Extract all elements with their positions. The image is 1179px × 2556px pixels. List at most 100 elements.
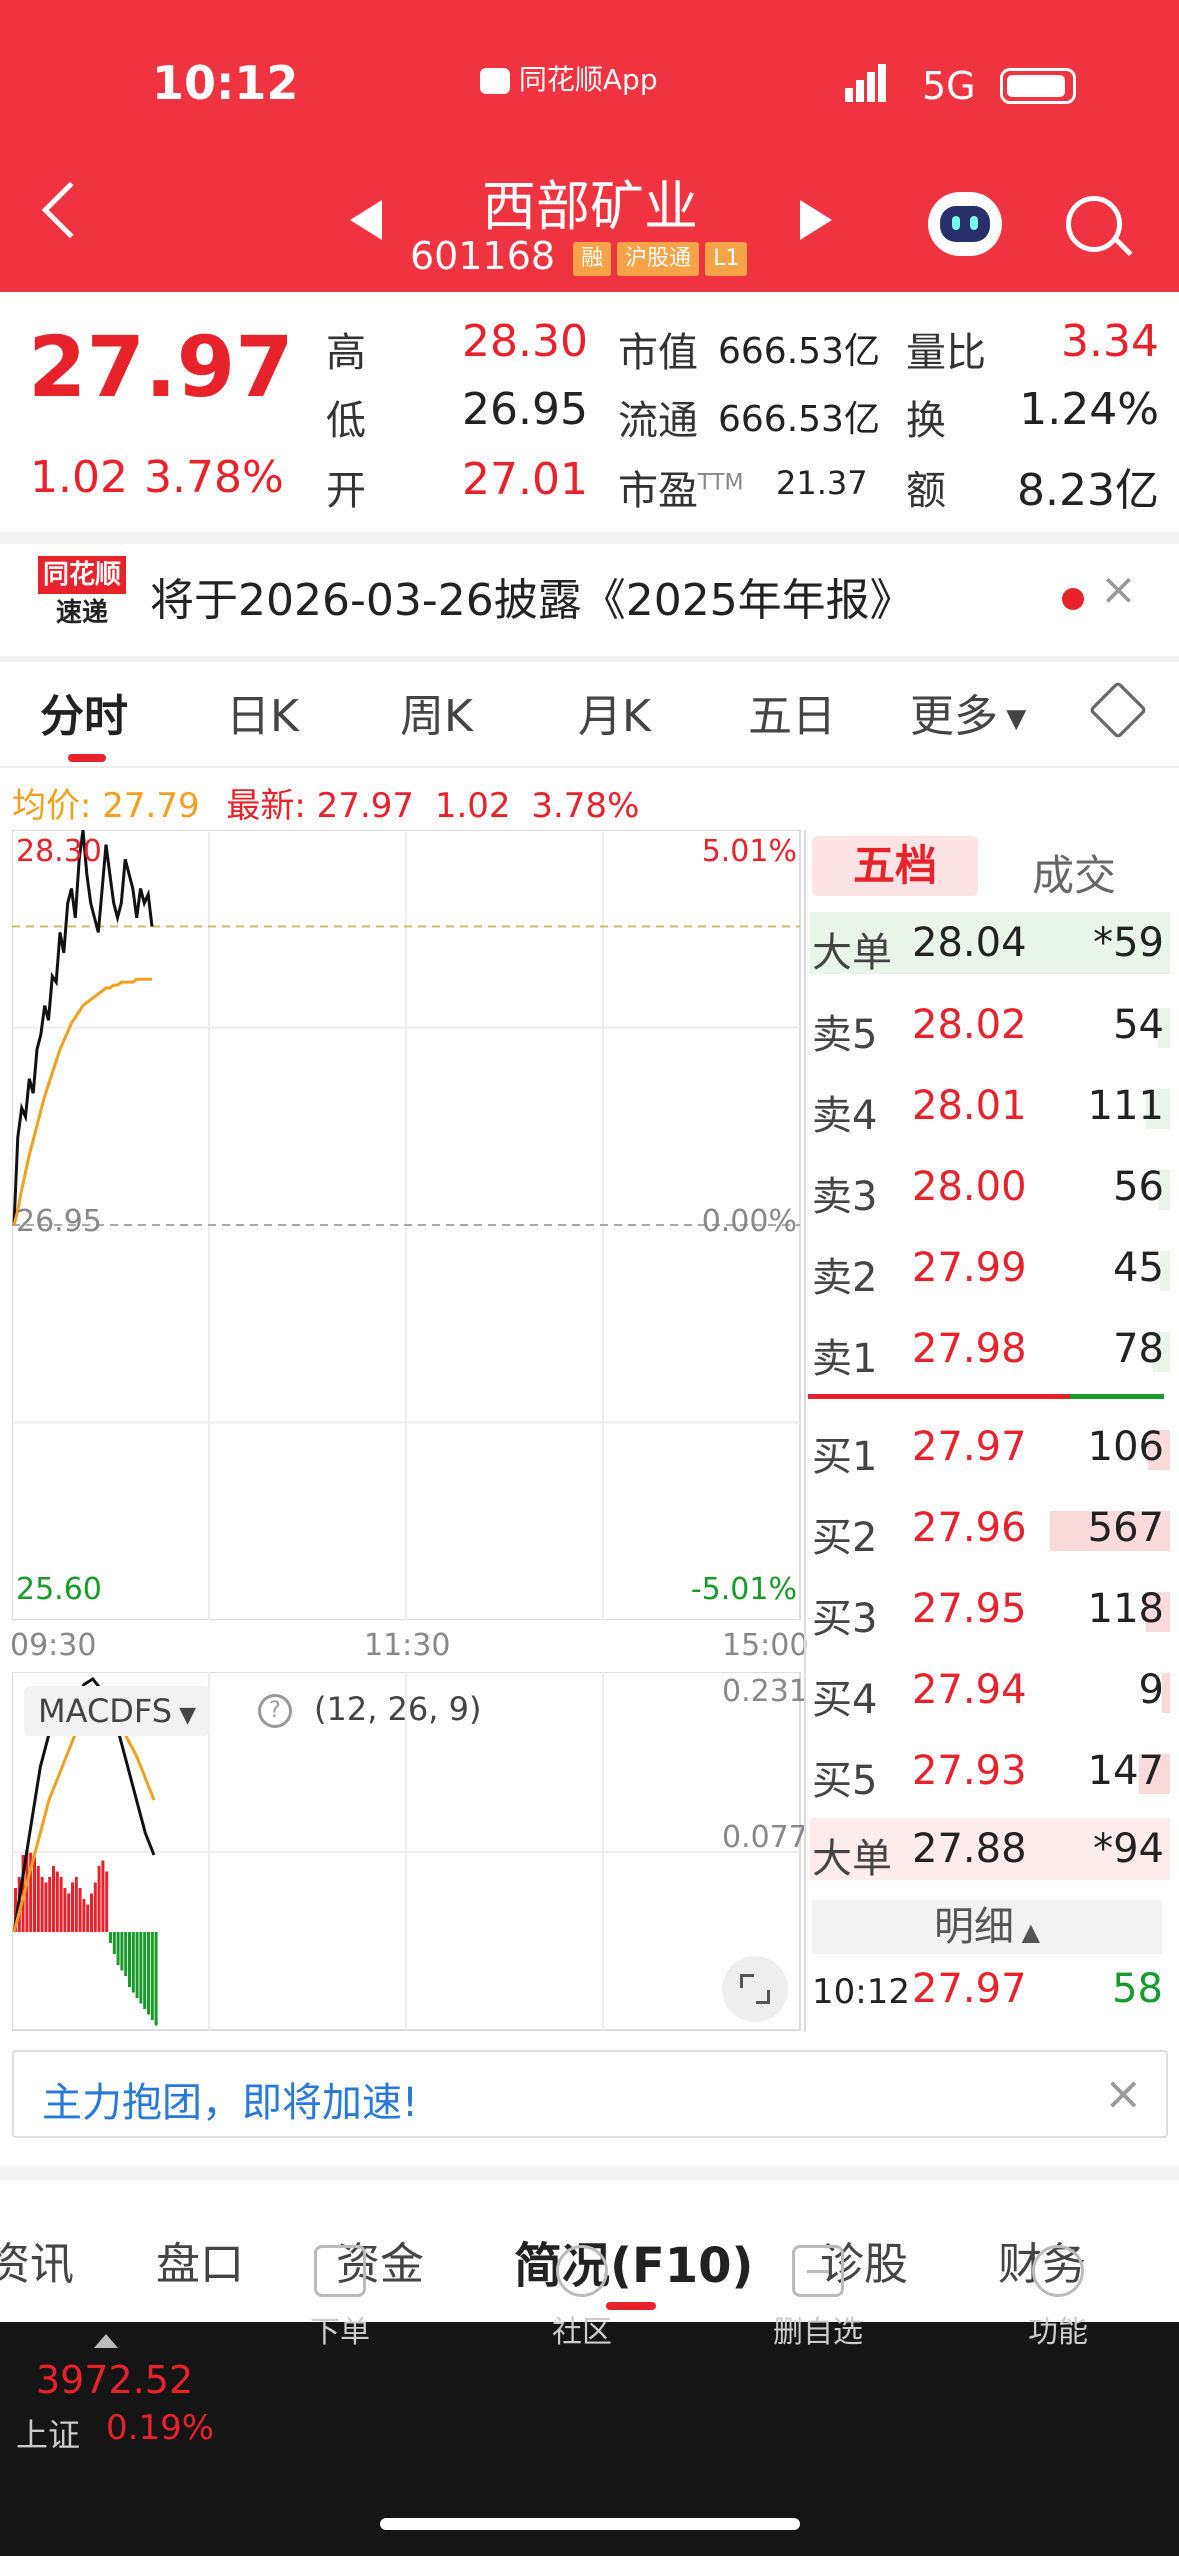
dropdown-icon: ▼ [998,704,1027,734]
assistant-robot-icon[interactable] [928,192,1002,256]
macd-bar [74,1877,78,1932]
order-icon [314,2245,366,2297]
help-icon[interactable]: ? [258,1694,292,1728]
ask-row[interactable]: 卖3 28.00 56 [810,1156,1170,1220]
bid-row[interactable]: 买1 27.97 106 [810,1416,1170,1480]
close-icon[interactable]: × [1100,564,1137,615]
macd-bar [63,1888,67,1932]
next-stock-icon[interactable] [800,200,832,240]
nav-functions[interactable]: 功能 [988,2245,1128,2351]
index-pct: 0.19% [106,2408,215,2448]
order-level-label: 卖4 [812,1093,878,1139]
x-tick-label: 11:30 [364,1628,451,1663]
order-level-label: 买3 [812,1596,878,1642]
index-name: 上证 [16,2416,81,2454]
tab-weekly-k[interactable]: 周K [400,680,473,744]
y-mid-label: 26.95 [16,1204,102,1239]
price-change-pct: 3.78% [144,452,284,503]
fullscreen-icon[interactable] [722,1956,788,2022]
macd-bar [55,1871,59,1932]
order-volume: 78 [1113,1326,1164,1372]
macd-bar [71,1882,74,1932]
tab-intraday[interactable]: 分时 [40,680,128,744]
tab-trades[interactable]: 成交 [1032,842,1116,903]
tab-more[interactable]: 更多 ▼ [910,680,1026,744]
indicator-select[interactable]: MACDFS ▼ [24,1686,210,1736]
big-buy-row: 大单 27.88 *94 [810,1818,1170,1882]
bid-row[interactable]: 买3 27.95 118 [810,1578,1170,1642]
tab-handicap[interactable]: 盘口 [156,2228,244,2292]
macd-bar [93,1882,97,1932]
settings-icon[interactable] [1088,680,1148,740]
intraday-chart[interactable] [12,830,802,1620]
back-arrow-icon[interactable] [41,181,99,239]
order-price: 27.97 [912,1424,1027,1470]
order-volume: 118 [1087,1586,1164,1632]
notice-text: 将于2026-03-26披露《2025年年报》 [150,575,914,626]
order-level-label: 卖1 [812,1336,878,1382]
pct-high-label: 5.01% [701,834,797,869]
dropdown-icon: ▼ [172,1703,196,1728]
detail-button[interactable]: 明细 ▲ [812,1900,1162,1954]
index-value[interactable]: 3972.52 [36,2358,193,2402]
ask-row[interactable]: 卖2 27.99 45 [810,1237,1170,1301]
order-level-label: 买4 [812,1677,878,1723]
home-indicator [380,2518,800,2530]
order-level-label: 买1 [812,1434,878,1480]
battery-icon [1000,68,1076,104]
tab-news[interactable]: 资讯 [0,2228,74,2292]
macd-bar [90,1893,93,1932]
macd-bar [124,1932,128,1976]
tab-five-day[interactable]: 五日 [748,680,836,744]
ask-row[interactable]: 卖1 27.98 78 [810,1318,1170,1382]
order-volume: 9 [1138,1667,1164,1713]
network-label: 5G [922,64,976,108]
order-price: 27.95 [912,1586,1027,1632]
float-label: 流通 [618,398,698,444]
ask-row[interactable]: 卖4 28.01 111 [810,1075,1170,1139]
nav-remove-watchlist[interactable]: 删自选 [748,2245,888,2351]
macd-bar [40,1877,44,1932]
ask-row[interactable]: 卖5 28.02 54 [810,994,1170,1058]
order-volume: 147 [1087,1748,1164,1794]
macd-bar [44,1882,48,1932]
search-icon[interactable] [1066,196,1122,252]
macd-bar [139,1932,143,2004]
divider [0,766,1179,768]
mktcap-value: 666.53亿 [718,331,880,372]
promo-banner[interactable]: 主力抱团，即将加速! × [12,2050,1168,2138]
turnover-value: 1.24% [1019,384,1159,435]
order-price: 28.00 [912,1164,1027,1210]
macd-bar [150,1932,154,2020]
pe-label: 市盈TTM [618,468,744,514]
nav-community[interactable]: 社区 [512,2245,652,2351]
macd-bar [48,1877,52,1932]
close-icon[interactable]: × [1104,2066,1143,2120]
tab-level-two[interactable]: 五档 [812,836,978,896]
order-level-label: 买5 [812,1758,878,1804]
high-value: 28.30 [462,316,588,367]
avg-price-line [12,977,152,1226]
divider [0,656,1179,662]
tag-connect: 沪股通 [617,241,700,276]
tab-daily-k[interactable]: 日K [226,680,299,744]
bid-row[interactable]: 买5 27.93 147 [810,1740,1170,1804]
order-volume: 56 [1113,1164,1164,1210]
prev-stock-icon[interactable] [350,200,382,240]
macd-bar [59,1877,63,1932]
macd-bar [52,1866,55,1932]
divider [804,830,806,2032]
order-price: 27.99 [912,1245,1027,1291]
latest-price-label: 最新: 27.97 [226,786,415,826]
notice-bar[interactable]: 同花顺 速递 将于2026-03-26披露《2025年年报》 × [0,544,1179,656]
macd-bar [112,1932,116,1954]
expand-caret-icon[interactable] [94,2334,118,2348]
tick-time: 10:12 [812,1972,910,2012]
order-price: 27.93 [912,1748,1027,1794]
tick-price: 27.97 [912,1966,1027,2012]
macd-bar [116,1932,120,1965]
tab-monthly-k[interactable]: 月K [578,680,651,744]
bid-row[interactable]: 买4 27.94 9 [810,1659,1170,1723]
nav-order[interactable]: 下单 [270,2245,410,2351]
bid-row[interactable]: 买2 27.96 567 [810,1497,1170,1561]
